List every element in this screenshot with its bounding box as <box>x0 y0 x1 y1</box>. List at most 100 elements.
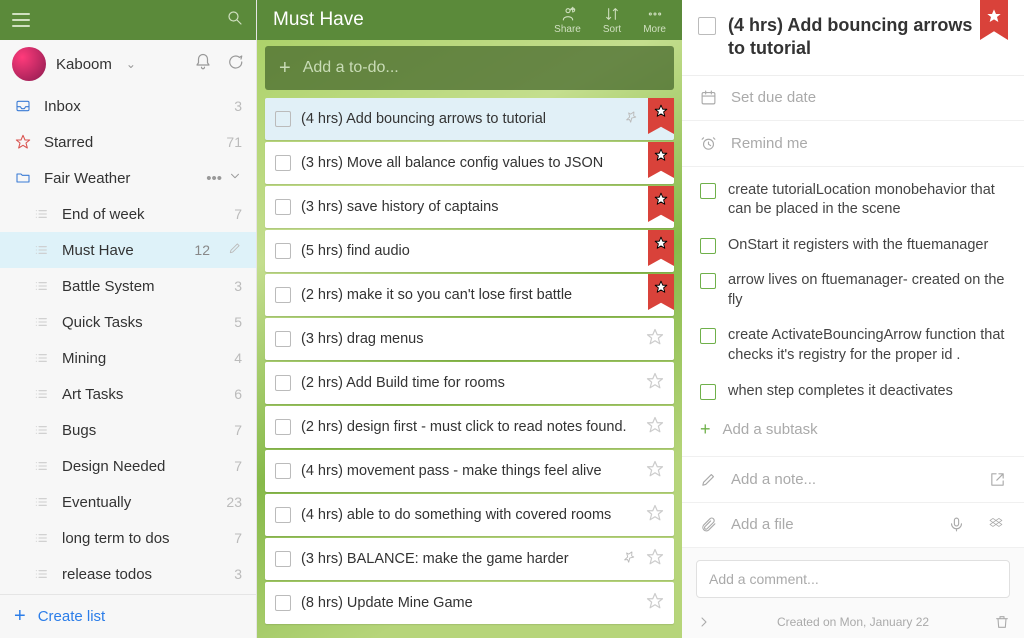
sidebar-list-item[interactable]: Mining4 <box>0 340 256 376</box>
star-outline-icon[interactable] <box>646 372 664 395</box>
pencil-icon[interactable] <box>228 241 242 259</box>
task-row[interactable]: (4 hrs) movement pass - make things feel… <box>265 450 674 492</box>
sidebar-list-item[interactable]: Art Tasks6 <box>0 376 256 412</box>
detail-checkbox[interactable] <box>698 17 716 35</box>
subtask-row[interactable]: arrow lives on ftuemanager- created on t… <box>682 263 1024 318</box>
sidebar: Kaboom ⌄ Inbox 3 Starred 71 Fair Weather <box>0 0 257 638</box>
profile-row[interactable]: Kaboom ⌄ <box>0 40 256 88</box>
sidebar-list-item[interactable]: long term to dos7 <box>0 520 256 556</box>
subtask-text: arrow lives on ftuemanager- created on t… <box>728 271 1006 310</box>
created-label: Created on Mon, January 22 <box>722 615 984 629</box>
subtask-row[interactable]: OnStart it registers with the ftuemanage… <box>682 228 1024 264</box>
subtask-list: create tutorialLocation monobehavior tha… <box>682 167 1024 458</box>
mic-icon[interactable] <box>948 516 965 533</box>
comment-input[interactable]: Add a comment... <box>696 560 1010 598</box>
create-list-button[interactable]: + Create list <box>0 594 256 638</box>
list-icon <box>32 242 50 258</box>
task-checkbox[interactable] <box>275 551 291 567</box>
subtask-row[interactable]: create ActivateBouncingArrow function th… <box>682 318 1024 373</box>
due-date-button[interactable]: Set due date <box>682 76 1024 121</box>
task-row[interactable]: (3 hrs) Move all balance config values t… <box>265 142 674 184</box>
list-icon <box>32 494 50 510</box>
list-label: Bugs <box>62 422 96 439</box>
dropbox-icon[interactable] <box>989 516 1006 533</box>
bell-icon[interactable] <box>194 53 212 76</box>
task-row[interactable]: (3 hrs) BALANCE: make the game harder <box>265 538 674 580</box>
star-badge[interactable] <box>648 230 674 266</box>
more-button[interactable]: More <box>643 6 666 35</box>
task-checkbox[interactable] <box>275 375 291 391</box>
subtask-checkbox[interactable] <box>700 328 716 344</box>
subtask-checkbox[interactable] <box>700 273 716 289</box>
task-row[interactable]: (3 hrs) save history of captains <box>265 186 674 228</box>
folder-more-icon[interactable]: ••• <box>206 170 222 187</box>
task-checkbox[interactable] <box>275 111 291 127</box>
sidebar-list-item[interactable]: Eventually23 <box>0 484 256 520</box>
subtask-row[interactable]: create tutorialLocation monobehavior tha… <box>682 173 1024 228</box>
task-checkbox[interactable] <box>275 463 291 479</box>
remind-button[interactable]: Remind me <box>682 121 1024 166</box>
star-outline-icon[interactable] <box>646 592 664 615</box>
sort-button[interactable]: Sort <box>603 6 621 35</box>
detail-title[interactable]: (4 hrs) Add bouncing arrows to tutorial <box>728 14 974 61</box>
add-subtask-button[interactable]: + Add a subtask <box>682 409 1024 450</box>
star-badge[interactable] <box>648 274 674 310</box>
task-row[interactable]: (4 hrs) Add bouncing arrows to tutorial <box>265 98 674 140</box>
star-outline-icon[interactable] <box>646 328 664 351</box>
paperclip-icon <box>700 516 717 533</box>
task-checkbox[interactable] <box>275 507 291 523</box>
task-checkbox[interactable] <box>275 419 291 435</box>
hamburger-icon[interactable] <box>12 13 30 27</box>
folder-label: Fair Weather <box>44 170 130 187</box>
star-badge[interactable] <box>648 186 674 222</box>
task-checkbox[interactable] <box>275 243 291 259</box>
subtask-row[interactable]: when step completes it deactivates <box>682 374 1024 410</box>
sidebar-folder[interactable]: Fair Weather ••• <box>0 160 256 196</box>
sidebar-item-inbox[interactable]: Inbox 3 <box>0 88 256 124</box>
task-list[interactable]: (4 hrs) Add bouncing arrows to tutorial(… <box>257 98 682 638</box>
subtask-checkbox[interactable] <box>700 183 716 199</box>
star-outline-icon[interactable] <box>646 548 664 571</box>
external-icon[interactable] <box>989 471 1006 488</box>
task-checkbox[interactable] <box>275 331 291 347</box>
sidebar-list-item[interactable]: Quick Tasks5 <box>0 304 256 340</box>
trash-icon[interactable] <box>994 614 1010 630</box>
chevron-down-icon[interactable] <box>228 169 242 187</box>
conversations-icon[interactable] <box>226 53 244 76</box>
search-icon[interactable] <box>226 9 244 32</box>
task-label: (3 hrs) save history of captains <box>301 199 664 215</box>
task-row[interactable]: (5 hrs) find audio <box>265 230 674 272</box>
task-checkbox[interactable] <box>275 595 291 611</box>
star-outline-icon[interactable] <box>646 416 664 439</box>
add-todo-input[interactable]: + Add a to-do... <box>265 46 674 90</box>
task-row[interactable]: (4 hrs) able to do something with covere… <box>265 494 674 536</box>
task-checkbox[interactable] <box>275 199 291 215</box>
task-row[interactable]: (2 hrs) Add Build time for rooms <box>265 362 674 404</box>
subtask-checkbox[interactable] <box>700 238 716 254</box>
task-label: (8 hrs) Update Mine Game <box>301 595 636 611</box>
star-outline-icon[interactable] <box>646 460 664 483</box>
task-row[interactable]: (2 hrs) make it so you can't lose first … <box>265 274 674 316</box>
star-badge[interactable] <box>648 142 674 178</box>
list-icon <box>32 206 50 222</box>
add-file-button[interactable]: Add a file <box>682 503 1024 548</box>
share-button[interactable]: Share <box>554 6 581 35</box>
sidebar-list-item[interactable]: Design Needed7 <box>0 448 256 484</box>
sidebar-list-item[interactable]: Battle System3 <box>0 268 256 304</box>
subtask-text: when step completes it deactivates <box>728 382 953 402</box>
task-checkbox[interactable] <box>275 287 291 303</box>
sidebar-list-item[interactable]: release todos3 <box>0 556 256 592</box>
task-row[interactable]: (2 hrs) design first - must click to rea… <box>265 406 674 448</box>
task-row[interactable]: (3 hrs) drag menus <box>265 318 674 360</box>
sidebar-list-item[interactable]: End of week7 <box>0 196 256 232</box>
subtask-checkbox[interactable] <box>700 384 716 400</box>
sidebar-list-item[interactable]: Bugs7 <box>0 412 256 448</box>
sidebar-item-starred[interactable]: Starred 71 <box>0 124 256 160</box>
star-outline-icon[interactable] <box>646 504 664 527</box>
close-detail-icon[interactable] <box>696 614 712 630</box>
star-badge[interactable] <box>648 98 674 134</box>
add-note-button[interactable]: Add a note... <box>682 457 1024 502</box>
task-row[interactable]: (8 hrs) Update Mine Game <box>265 582 674 624</box>
sidebar-list-item[interactable]: Must Have12 <box>0 232 256 268</box>
task-checkbox[interactable] <box>275 155 291 171</box>
